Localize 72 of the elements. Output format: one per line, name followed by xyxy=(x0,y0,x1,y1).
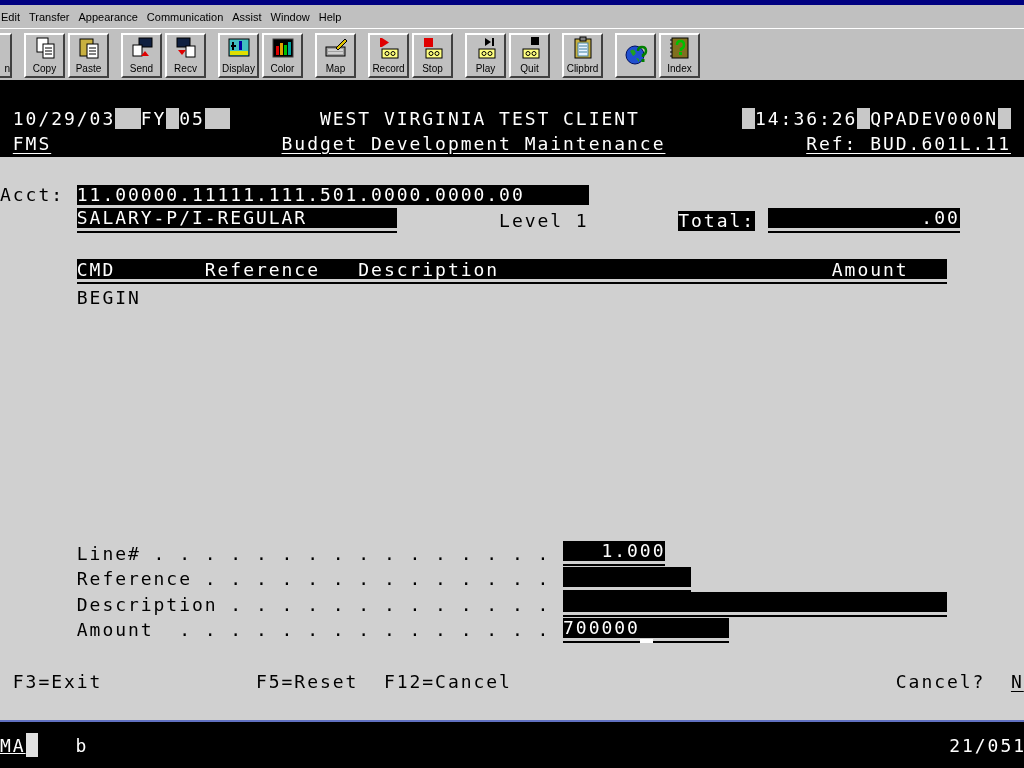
receive-button[interactable]: Recv xyxy=(165,32,206,78)
stop-button[interactable]: Stop xyxy=(412,32,453,78)
menu-item[interactable]: Edit xyxy=(1,10,20,23)
column-header: CMD xyxy=(76,260,116,281)
input-field[interactable] xyxy=(563,592,947,618)
function-key-hint: F3=Exit xyxy=(12,669,103,694)
copy-button[interactable]: Copy xyxy=(24,32,65,78)
play-button[interactable]: Play xyxy=(465,32,506,78)
mode-indicator: MA xyxy=(0,734,26,756)
record-button[interactable]: Record xyxy=(368,32,409,78)
field-label: Amount . . . . . . . . . . . . . . . xyxy=(76,618,551,643)
field-label: Description . . . . . . . . . . . . . xyxy=(76,592,551,617)
field-label: Reference . . . . . . . . . . . . . . xyxy=(76,567,551,592)
fiscal-year-text: 05 xyxy=(179,106,205,131)
blank-field xyxy=(115,107,141,129)
total-label: Total: xyxy=(678,210,755,231)
screen-title: Budget Development Maintenance xyxy=(281,132,666,157)
account-description: SALARY-P/I-REGULAR xyxy=(76,208,397,234)
device-name: QPADEV000N xyxy=(870,106,999,131)
blank-field xyxy=(742,107,755,129)
blank-field xyxy=(166,107,180,129)
system-name: FMS xyxy=(12,132,52,157)
input-field[interactable]: 1.000 xyxy=(563,541,666,566)
menu-item[interactable]: Help xyxy=(318,10,342,23)
column-header: Amount xyxy=(831,260,909,281)
input-field[interactable] xyxy=(563,566,692,592)
paste-icon xyxy=(76,35,101,60)
time-text: 14:36:26 xyxy=(755,106,858,131)
receive-icon xyxy=(173,35,198,60)
fiscal-year-label: FY xyxy=(140,106,167,131)
column-header: Reference xyxy=(204,260,320,281)
field-label: Line# . . . . . . . . . . . . . . . . xyxy=(76,541,551,566)
level-text: Level 1 xyxy=(499,208,589,233)
paste-button[interactable]: Paste xyxy=(68,32,109,78)
menu-item[interactable]: Appearance xyxy=(78,10,138,23)
help-book-icon xyxy=(667,35,692,60)
globe-help-icon xyxy=(623,42,648,66)
command-text: BEGIN xyxy=(76,285,141,310)
text-cursor xyxy=(639,639,653,644)
clipboard-button[interactable]: Clipbrd xyxy=(562,32,603,78)
client-name: WEST VIRGINIA TEST CLIENT xyxy=(319,106,640,131)
send-button[interactable]: Send xyxy=(121,32,162,78)
blank-field xyxy=(998,107,1011,129)
menu-item[interactable]: Window xyxy=(270,10,310,23)
color-bars-icon xyxy=(270,35,295,60)
menu-item[interactable]: Transfer xyxy=(28,10,70,23)
cursor-block xyxy=(25,733,38,757)
account-field[interactable]: 11.00000.11111.111.501.0000.0000.00 xyxy=(76,185,589,206)
cancel-label: Cancel? xyxy=(895,669,986,694)
column-header: Description xyxy=(358,260,500,281)
toolbar-button[interactable]: n xyxy=(0,32,12,78)
quit-button[interactable]: Quit xyxy=(509,32,550,78)
function-key-hint: F5=Reset xyxy=(255,669,359,694)
cursor-position: 21/051 xyxy=(949,734,1024,756)
status-indicator: b xyxy=(75,734,90,756)
reference-code: Ref: BUD.601L.11 xyxy=(806,132,1011,157)
input-field[interactable]: 700000 xyxy=(563,617,730,643)
send-icon xyxy=(129,35,154,60)
account-label: Acct: xyxy=(0,183,64,208)
function-key-hint: F12=Cancel xyxy=(383,669,512,694)
help-book-button[interactable]: Index xyxy=(659,32,700,78)
menu-item[interactable]: Communication xyxy=(146,10,224,23)
cancel-field[interactable]: N xyxy=(1010,668,1024,695)
display-icon xyxy=(226,35,251,60)
display-button[interactable]: Display xyxy=(218,32,259,78)
keyboard-pencil-button[interactable]: Map xyxy=(315,32,356,78)
total-field: .00 xyxy=(767,208,960,234)
date-text: 10/29/03 xyxy=(12,106,116,131)
color-bars-button[interactable]: Color xyxy=(262,32,303,78)
globe-help-button[interactable] xyxy=(615,32,656,78)
menu-item[interactable]: Assist xyxy=(232,10,262,23)
blank-field xyxy=(857,107,871,129)
